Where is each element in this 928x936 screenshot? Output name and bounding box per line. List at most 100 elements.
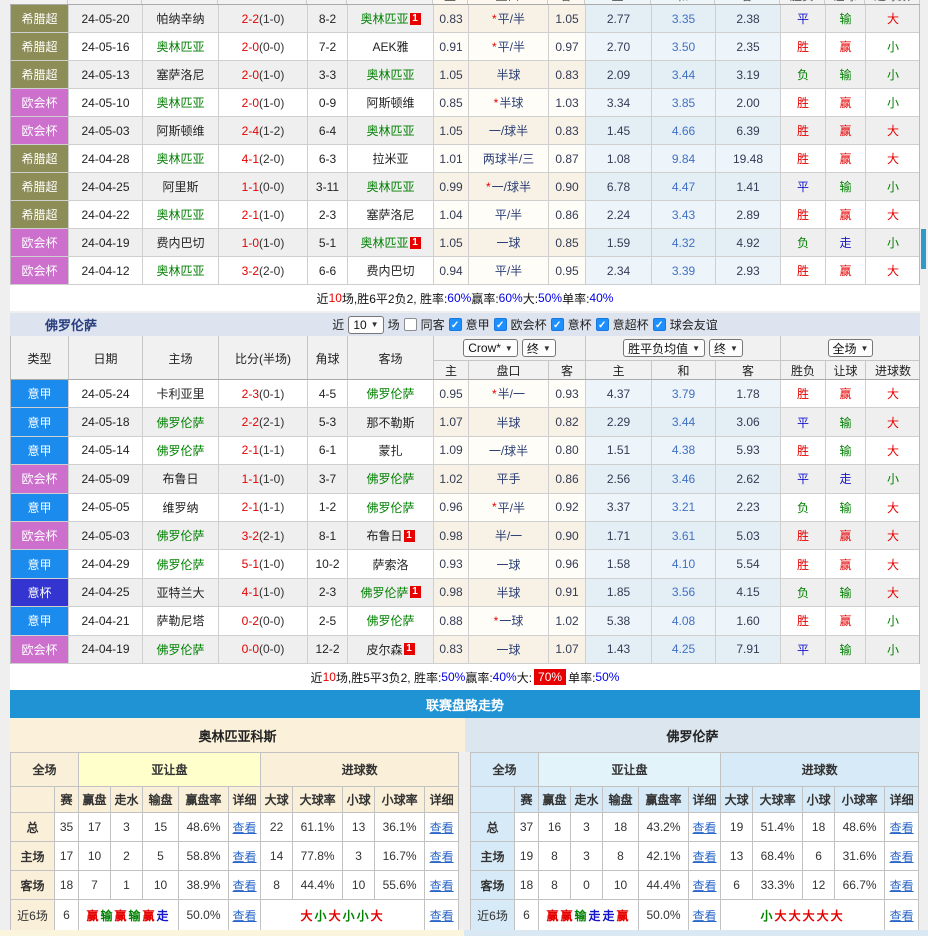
view-detail-link[interactable]: 查看	[233, 909, 257, 923]
league-badge: 欧会杯	[11, 521, 68, 550]
chevron-down-icon: ▼	[730, 343, 738, 353]
ah-result-cell: 赢	[826, 117, 866, 145]
match-row: 欧会杯 24-05-09 布鲁日 1-1 (1-0) 3-7 佛罗伦萨 1.02 平手 0.86 2…	[11, 465, 919, 494]
avg-home-odds: 1.85	[586, 578, 652, 608]
col-header-avg-draw: 和	[652, 361, 716, 379]
col-header-handicap: 盘口	[469, 361, 549, 379]
handicap-cell: * 平/半	[469, 5, 549, 33]
away-odds: 1.03	[549, 89, 586, 117]
handicap-cell: 一球	[469, 550, 549, 579]
match-row: 希腊超 24-04-22 奥林匹亚 2-1 (1-0) 2-3 塞萨洛尼 1.04 平/半 0.8…	[11, 201, 919, 229]
stat-value: 18	[53, 870, 80, 900]
goals-result-cell: 大	[866, 117, 919, 145]
view-detail-link[interactable]: 查看	[890, 850, 914, 864]
score-cell: 2-0 (0-0)	[219, 33, 308, 61]
halftime-score: (0-0)	[259, 179, 285, 194]
view-detail-link[interactable]: 查看	[233, 821, 257, 835]
handicap-value: 平/半	[494, 208, 523, 222]
summary-ah-rate: 40%	[492, 670, 517, 684]
avg-away-odds: 2.38	[716, 5, 781, 33]
col-header: 小球	[802, 786, 836, 813]
view-detail-link[interactable]: 查看	[430, 821, 454, 835]
same-opponent-checkbox[interactable]	[403, 318, 417, 331]
home-team: 阿里斯	[143, 173, 219, 201]
trend-recent-row: 近6场 6 赢赢输走走赢 50.0% 查看 小大大大大大 查看	[470, 899, 920, 931]
recent-rate: 50.0%	[638, 899, 690, 931]
view-detail-link[interactable]: 查看	[430, 850, 454, 864]
view-detail-link[interactable]: 查看	[233, 850, 257, 864]
view-detail-link[interactable]: 查看	[890, 879, 914, 893]
result-glyph: 负	[796, 500, 809, 515]
view-detail-link[interactable]: 查看	[430, 879, 454, 893]
avg-odds-select[interactable]: 胜平负均值 ▼	[623, 339, 705, 357]
league-cell: 希腊超	[11, 145, 69, 173]
halftime-score: (1-0)	[259, 235, 285, 250]
view-detail-link[interactable]: 查看	[890, 821, 914, 835]
odds-time-select[interactable]: 终 ▼	[521, 339, 556, 357]
view-detail-link[interactable]: 查看	[890, 909, 914, 923]
col-header: 大球率	[292, 786, 344, 813]
goals-result-glyph: 大	[300, 908, 315, 923]
away-team: 佛罗伦萨	[348, 380, 434, 409]
group-header-handicap: 亚让盘	[78, 752, 262, 787]
scope-select[interactable]: 全场 ▼	[827, 339, 874, 357]
chevron-down-icon: ▼	[504, 343, 513, 353]
handicap-value: 平/半	[494, 264, 523, 278]
handicap-cell: 平手	[469, 465, 549, 494]
view-detail-link[interactable]: 查看	[233, 879, 257, 893]
col-header-home: 主场	[143, 336, 219, 379]
home-odds: 1.01	[434, 145, 469, 173]
league-filter-checkbox[interactable]: ✓	[652, 318, 666, 331]
avg-time-select[interactable]: 终 ▼	[709, 339, 743, 357]
view-detail-link[interactable]: 查看	[693, 879, 717, 893]
result-cell: 平	[781, 5, 826, 33]
league-filter-checkbox[interactable]: ✓	[448, 318, 462, 331]
handicap-value: 一球	[496, 236, 521, 250]
goals-result-cell: 大	[866, 380, 919, 409]
league-filter-checkbox[interactable]: ✓	[550, 318, 564, 331]
ah-result-glyph: 输	[839, 415, 852, 430]
ah-result-cell: 输	[826, 5, 866, 33]
ah-result-glyph: 赢	[142, 908, 157, 923]
odds-company-select[interactable]: Crow* ▼	[463, 339, 518, 357]
ah-result-cell: 走	[826, 465, 866, 494]
home-odds: 1.05	[434, 117, 469, 145]
league-filter-checkbox[interactable]: ✓	[493, 318, 507, 331]
result-glyph: 胜	[796, 529, 809, 544]
goals-result-glyph: 大	[886, 415, 899, 430]
away-odds: 0.86	[549, 201, 586, 229]
fulltime-score: 1-1	[241, 179, 259, 194]
score-cell: 2-4 (1-2)	[219, 117, 308, 145]
handicap-value: 一球	[496, 642, 521, 657]
ah-result-glyph: 输	[128, 908, 143, 923]
goals-result-cell: 小	[866, 635, 919, 664]
summary-text: 近	[316, 291, 329, 306]
handicap-value: 半球	[496, 585, 521, 600]
league-filter-checkbox[interactable]: ✓	[595, 318, 609, 331]
col-header-away: 客场	[348, 336, 434, 379]
view-detail-link[interactable]: 查看	[693, 821, 717, 835]
view-detail-link[interactable]: 查看	[693, 909, 717, 923]
goals-result-glyph: 大	[370, 908, 385, 923]
fulltime-score: 2-0	[241, 39, 259, 54]
col-header-avg-home: 主	[586, 361, 652, 379]
stat-value: 10	[142, 870, 180, 900]
ah-result-glyph: 走	[588, 908, 603, 923]
stat-value: 17	[53, 841, 80, 871]
recent-count-select[interactable]: 10 ▼	[348, 315, 384, 334]
avg-away-odds: 4.92	[716, 229, 781, 257]
match-date: 24-05-10	[69, 89, 143, 117]
ah-result-cell: 输	[826, 436, 866, 466]
view-detail-link[interactable]: 查看	[430, 909, 454, 923]
team-name: 阿斯顿维	[156, 124, 205, 138]
goals-result-glyph: 小	[342, 908, 357, 923]
goals-result-glyph: 大	[886, 529, 899, 544]
league-badge: 意甲	[11, 607, 68, 635]
home-team: 佛罗伦萨	[143, 408, 219, 437]
handicap-value: 半球	[499, 96, 524, 110]
match-row: 希腊超 24-05-20 帕纳辛纳 2-2 (1-0) 8-2 奥林匹亚 1 0.83 * 平/半 1…	[11, 5, 919, 33]
view-detail-link[interactable]: 查看	[693, 850, 717, 864]
team-name: 佛罗伦萨	[156, 642, 205, 657]
trend-stat-row: 总 35 17 3 15 48.6% 查看 22 61.1% 13 36.1% 查看	[10, 812, 460, 842]
scrollbar-thumb[interactable]	[921, 229, 926, 269]
